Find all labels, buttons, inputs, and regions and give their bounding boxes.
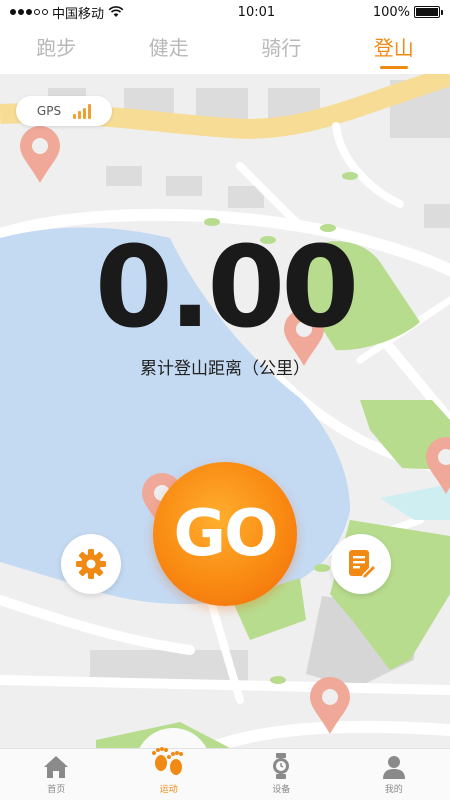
- settings-button[interactable]: [61, 534, 121, 594]
- nav-profile[interactable]: 我的: [364, 751, 424, 795]
- battery-percent: 100%: [372, 4, 410, 20]
- nav-profile-label: 我的: [384, 785, 403, 795]
- gps-signal-icon: [73, 103, 92, 119]
- tab-walking[interactable]: 健走: [149, 32, 189, 67]
- sport-tabs: 跑步 健走 骑行 登山: [0, 24, 450, 74]
- nav-sport[interactable]: 运动: [139, 739, 199, 795]
- go-button[interactable]: GO: [153, 462, 297, 606]
- nav-device-label: 设备: [272, 785, 291, 795]
- map-view[interactable]: [0, 74, 450, 748]
- status-time: 10:01: [237, 4, 276, 20]
- distance-value: 0.00: [94, 223, 359, 353]
- cellular-signal-icon: [10, 9, 48, 15]
- footprints-icon: [149, 739, 189, 779]
- nav-sport-label: 运动: [159, 785, 178, 795]
- gear-icon: [76, 549, 106, 579]
- wifi-icon: [108, 6, 124, 17]
- map-graphic: [0, 74, 450, 748]
- status-right: 100%: [372, 4, 443, 20]
- status-bar: 中国移动 10:01 100%: [0, 0, 450, 24]
- user-icon: [382, 751, 406, 779]
- distance-label: 累计登山距离（公里）: [140, 359, 310, 379]
- bottom-nav: 首页 运动 设备 我的: [0, 747, 450, 800]
- carrier-name: 中国移动: [52, 6, 105, 22]
- tab-cycling[interactable]: 骑行: [261, 32, 301, 67]
- nav-home-label: 首页: [47, 785, 66, 795]
- record-button[interactable]: [331, 534, 391, 594]
- battery-icon: [414, 6, 443, 18]
- nav-home[interactable]: 首页: [26, 751, 86, 795]
- tab-hiking[interactable]: 登山: [374, 32, 414, 67]
- nav-device[interactable]: 设备: [251, 751, 311, 795]
- gps-indicator: GPS: [16, 96, 112, 126]
- battery-fill: [416, 8, 438, 16]
- tab-running[interactable]: 跑步: [36, 32, 76, 67]
- edit-note-icon: [349, 550, 376, 580]
- home-icon: [43, 751, 69, 779]
- gps-label: GPS: [36, 104, 62, 118]
- watch-icon: [272, 751, 290, 779]
